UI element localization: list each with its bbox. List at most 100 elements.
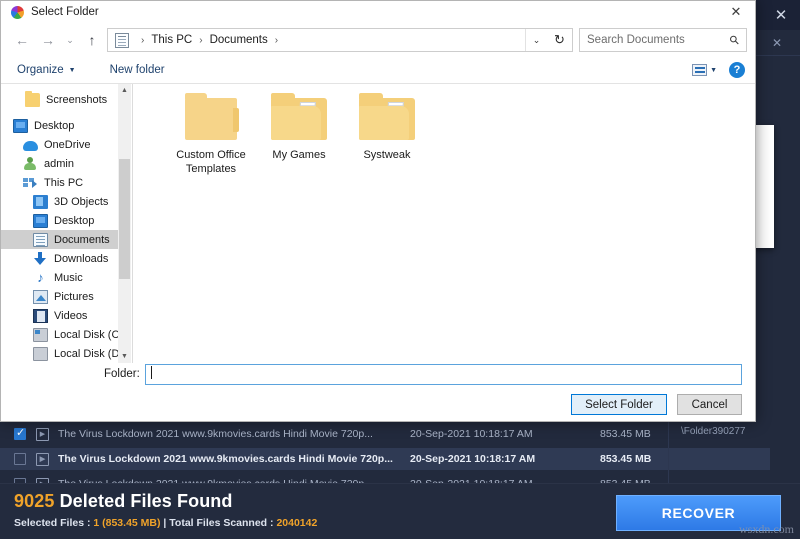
new-folder-button[interactable]: New folder bbox=[102, 64, 173, 76]
folder-icon bbox=[25, 90, 40, 107]
tree-item-label: 3D Objects bbox=[54, 195, 109, 208]
file-date: 20-Sep-2021 10:18:17 AM bbox=[410, 453, 536, 465]
tree-item-label: Downloads bbox=[54, 252, 109, 265]
tree-item-label: Pictures bbox=[54, 290, 94, 303]
documents-icon bbox=[33, 232, 48, 247]
up-icon[interactable]: ↑ bbox=[79, 27, 105, 53]
deleted-files-found-label: Deleted Files Found bbox=[59, 491, 233, 511]
downloads-icon bbox=[33, 251, 48, 266]
folder-item-label: Systweak bbox=[363, 149, 411, 161]
this-pc-icon bbox=[23, 176, 38, 190]
tree-item-desktop-pc[interactable]: Desktop bbox=[1, 211, 131, 230]
tree-item-label: This PC bbox=[44, 176, 84, 189]
monitor-icon bbox=[13, 118, 28, 133]
table-row[interactable]: ▶ The Virus Lockdown 2021 www.9kmovies.c… bbox=[0, 448, 770, 470]
tree-item-screenshots[interactable]: Screenshots bbox=[1, 90, 131, 109]
folder-field-label: Folder: bbox=[104, 368, 140, 380]
disk-icon bbox=[33, 346, 48, 361]
video-file-icon: ▶ bbox=[36, 452, 49, 466]
selected-files-label: Selected Files : bbox=[14, 517, 94, 529]
select-folder-dialog: Select Folder ✕ ← → ⌄ ↑ › This PC › Docu… bbox=[0, 0, 756, 422]
tree-item-local-disk-c[interactable]: Local Disk (C:) bbox=[1, 325, 131, 344]
change-view-icon[interactable] bbox=[692, 64, 708, 76]
tree-item-pictures[interactable]: Pictures bbox=[1, 287, 131, 306]
search-placeholder: Search Documents bbox=[587, 34, 685, 46]
deleted-files-count: 9025 bbox=[14, 491, 55, 511]
select-folder-button[interactable]: Select Folder bbox=[571, 394, 667, 415]
tree-item-3d-objects[interactable]: 3D Objects bbox=[1, 192, 131, 211]
tree-item-label: admin bbox=[44, 157, 74, 170]
recent-locations-icon[interactable]: ⌄ bbox=[61, 27, 79, 53]
folder-icon bbox=[181, 93, 241, 142]
tree-scrollbar[interactable]: ▲ ▼ bbox=[118, 84, 131, 363]
user-icon bbox=[23, 156, 38, 171]
chevron-down-icon: ▼ bbox=[68, 66, 76, 74]
row-checkbox[interactable] bbox=[14, 453, 26, 465]
dialog-title-bar: Select Folder ✕ bbox=[1, 1, 755, 23]
address-bar[interactable]: › This PC › Documents › ⌄ bbox=[107, 28, 548, 52]
file-name: The Virus Lockdown 2021 www.9kmovies.car… bbox=[58, 428, 373, 440]
selected-files-value: 1 (853.45 MB) bbox=[93, 517, 161, 529]
scrollbar-thumb[interactable] bbox=[119, 159, 130, 279]
watermark: wsxdn.com bbox=[739, 522, 794, 536]
breadcrumb-this-pc[interactable]: This PC bbox=[150, 34, 193, 46]
navigation-tree: Screenshots Desktop OneDrive admin This … bbox=[1, 84, 132, 363]
tree-item-downloads[interactable]: Downloads bbox=[1, 249, 131, 268]
cancel-button[interactable]: Cancel bbox=[677, 394, 742, 415]
file-name: The Virus Lockdown 2021 www.9kmovies.car… bbox=[58, 453, 393, 465]
breadcrumb-separator: › bbox=[141, 34, 145, 46]
table-row[interactable]: ▶ The Virus Lockdown 2021 www.9kmovies.c… bbox=[0, 423, 770, 445]
3d-objects-icon bbox=[33, 194, 48, 209]
close-icon[interactable]: ✕ bbox=[766, 1, 796, 29]
disk-icon bbox=[33, 327, 48, 342]
tree-item-label: Videos bbox=[54, 309, 88, 322]
tree-item-local-disk-d[interactable]: Local Disk (D:) bbox=[1, 344, 131, 363]
help-icon[interactable]: ? bbox=[729, 62, 745, 78]
row-checkbox[interactable] bbox=[14, 426, 26, 440]
dialog-close-icon[interactable]: ✕ bbox=[717, 1, 755, 23]
total-scanned-value: 2040142 bbox=[276, 517, 318, 529]
detail-folder-path: \Folder390277 bbox=[681, 426, 746, 437]
tree-item-documents[interactable]: Documents bbox=[1, 230, 131, 249]
tree-item-desktop[interactable]: Desktop bbox=[1, 116, 131, 135]
breadcrumb-separator: › bbox=[199, 34, 203, 46]
scroll-down-icon[interactable]: ▼ bbox=[118, 350, 131, 363]
folder-items-pane[interactable]: Custom Office Templates My Games Systwea… bbox=[132, 84, 755, 363]
tree-item-videos[interactable]: Videos bbox=[1, 306, 131, 325]
tree-item-label: Desktop bbox=[34, 119, 75, 132]
tree-item-admin[interactable]: admin bbox=[1, 154, 131, 173]
dialog-toolbar: Organize ▼ New folder ▼ ? bbox=[1, 57, 755, 84]
tree-item-label: Local Disk (D:) bbox=[54, 347, 127, 360]
folder-input[interactable] bbox=[145, 364, 742, 385]
total-scanned-label: | Total Files Scanned : bbox=[160, 517, 277, 529]
dialog-footer: Folder: Select Folder Cancel bbox=[1, 363, 755, 421]
tree-item-label: OneDrive bbox=[44, 138, 91, 151]
file-date: 20-Sep-2021 10:18:17 AM bbox=[410, 428, 533, 440]
documents-icon bbox=[115, 32, 129, 48]
folder-icon bbox=[269, 93, 329, 142]
tree-item-label: Local Disk (C:) bbox=[54, 328, 127, 341]
deleted-files-found-headline: 9025 Deleted Files Found bbox=[14, 491, 232, 512]
scroll-up-icon[interactable]: ▲ bbox=[118, 84, 131, 97]
chevron-down-icon[interactable]: ▼ bbox=[710, 67, 717, 74]
forward-icon[interactable]: → bbox=[35, 27, 61, 53]
chevron-down-icon[interactable]: ⌄ bbox=[525, 29, 547, 51]
back-icon[interactable]: ← bbox=[9, 27, 35, 53]
list-item[interactable]: Systweak bbox=[333, 93, 441, 162]
dialog-body: Screenshots Desktop OneDrive admin This … bbox=[1, 84, 755, 363]
subbar-close-icon[interactable]: ✕ bbox=[768, 34, 786, 52]
tree-item-label: Music bbox=[54, 271, 83, 284]
organize-label: Organize bbox=[17, 64, 64, 76]
organize-button[interactable]: Organize ▼ bbox=[9, 64, 84, 76]
navigation-bar: ← → ⌄ ↑ › This PC › Documents › ⌄ ↻ Sear… bbox=[1, 23, 755, 57]
tree-item-onedrive[interactable]: OneDrive bbox=[1, 135, 131, 154]
search-input[interactable]: Search Documents ⚲ bbox=[579, 28, 747, 52]
tree-item-this-pc[interactable]: This PC bbox=[1, 173, 131, 192]
tree-item-label: Screenshots bbox=[46, 93, 108, 106]
refresh-icon[interactable]: ↻ bbox=[547, 28, 573, 52]
search-icon: ⚲ bbox=[726, 31, 743, 49]
breadcrumb-separator[interactable]: › bbox=[269, 35, 284, 46]
tree-item-music[interactable]: ♪ Music bbox=[1, 268, 131, 287]
breadcrumb-documents[interactable]: Documents bbox=[209, 34, 269, 46]
status-bar: 9025 Deleted Files Found Selected Files … bbox=[0, 483, 800, 539]
